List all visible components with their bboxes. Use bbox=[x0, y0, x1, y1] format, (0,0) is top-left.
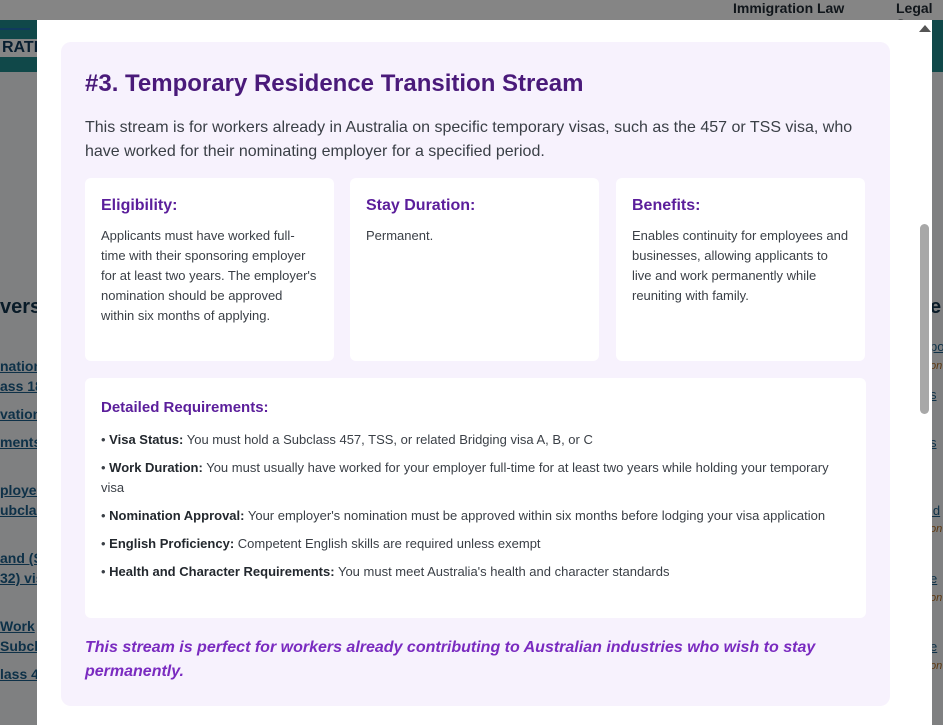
stay-duration-card: Stay Duration: Permanent. bbox=[350, 178, 599, 361]
card-title: Eligibility: bbox=[101, 197, 178, 214]
closing-note: This stream is perfect for workers alrea… bbox=[85, 639, 816, 680]
requirement-label: Work Duration: bbox=[109, 460, 203, 475]
requirement-text: You must usually have worked for your em… bbox=[101, 460, 829, 495]
requirement-item: • English Proficiency: Competent English… bbox=[101, 536, 541, 551]
card-title: Benefits: bbox=[632, 197, 701, 214]
scrollbar-thumb[interactable] bbox=[920, 224, 929, 414]
requirement-label: Visa Status: bbox=[109, 432, 184, 447]
section-title: #3. Temporary Residence Transition Strea… bbox=[85, 70, 584, 97]
requirement-label: Health and Character Requirements: bbox=[109, 564, 335, 579]
requirement-item: • Nomination Approval: Your employer's n… bbox=[101, 508, 826, 523]
requirement-text: You must meet Australia's health and cha… bbox=[337, 564, 670, 579]
stream-section: #3. Temporary Residence Transition Strea… bbox=[61, 42, 890, 706]
requirement-item: • Work Duration: You must usually have w… bbox=[101, 460, 829, 495]
stream-details-modal: #3. Temporary Residence Transition Strea… bbox=[37, 20, 932, 725]
requirement-text: You must hold a Subclass 457, TSS, or re… bbox=[186, 432, 593, 447]
benefits-card: Benefits: Enables continuity for employe… bbox=[616, 178, 865, 361]
section-intro: This stream is for workers already in Au… bbox=[85, 119, 853, 160]
requirement-text: Competent English skills are required un… bbox=[237, 536, 541, 551]
requirement-label: English Proficiency: bbox=[109, 536, 235, 551]
scroll-up-arrow-icon[interactable] bbox=[919, 25, 931, 32]
modal-scrollbar[interactable] bbox=[916, 20, 932, 725]
requirement-label: Nomination Approval: bbox=[109, 508, 245, 523]
requirements-title: Detailed Requirements: bbox=[101, 399, 269, 416]
card-title: Stay Duration: bbox=[366, 197, 476, 214]
card-text: Enables continuity for employees and bus… bbox=[632, 228, 849, 303]
requirement-text: Your employer's nomination must be appro… bbox=[247, 508, 826, 523]
card-text: Applicants must have worked full-time wi… bbox=[101, 228, 317, 323]
eligibility-card: Eligibility: Applicants must have worked… bbox=[85, 178, 334, 361]
requirement-item: • Health and Character Requirements: You… bbox=[101, 564, 670, 579]
card-text: Permanent. bbox=[366, 228, 434, 243]
detailed-requirements: Detailed Requirements: • Visa Status: Yo… bbox=[85, 378, 866, 618]
requirement-item: • Visa Status: You must hold a Subclass … bbox=[101, 432, 593, 447]
